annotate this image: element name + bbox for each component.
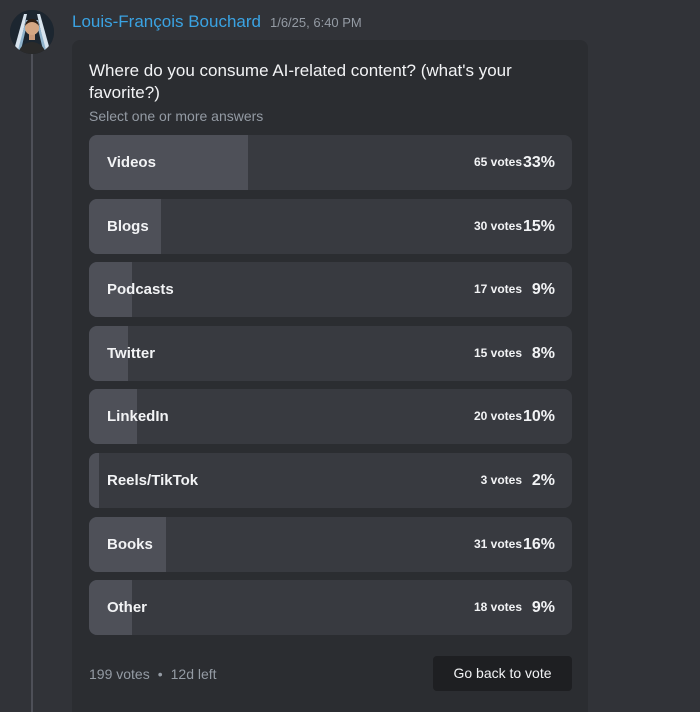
go-back-to-vote-button[interactable]: Go back to vote <box>433 656 572 691</box>
option-percent: 33% <box>522 154 555 171</box>
option-label: Twitter <box>107 344 156 362</box>
poll-option[interactable]: Twitter 15 votes 8% <box>89 325 572 381</box>
thread-line <box>31 52 33 712</box>
option-label: LinkedIn <box>107 408 169 426</box>
poll-question: Where do you consume AI-related content?… <box>89 61 512 102</box>
poll-option[interactable]: Podcasts 17 votes 9% <box>89 262 572 318</box>
poll-option[interactable]: Other 18 votes 9% <box>89 580 572 636</box>
username[interactable]: Louis-François Bouchard <box>72 12 261 32</box>
option-percent: 8% <box>531 344 555 362</box>
time-left: 12d left <box>170 666 217 682</box>
message-timestamp: 1/6/25, 6:40 PM <box>269 15 362 30</box>
option-vote-count: 18 votes <box>473 600 522 615</box>
option-vote-count: 65 votes <box>473 155 522 169</box>
option-percent: 16% <box>522 535 555 553</box>
option-label: Podcasts <box>107 281 174 299</box>
option-label: Blogs <box>107 217 149 235</box>
option-vote-count: 17 votes <box>473 282 522 297</box>
poll-card: Where do you consume AI-related content?… <box>72 40 588 712</box>
poll-option[interactable]: Books 31 votes 16% <box>89 516 572 572</box>
option-percent: 15% <box>522 217 555 235</box>
option-result-bar <box>89 452 99 508</box>
option-label: Other <box>107 599 148 617</box>
option-percent: 9% <box>531 281 555 299</box>
user-avatar-icon <box>10 10 54 54</box>
poll-option[interactable]: Blogs 30 votes 15% <box>89 198 572 254</box>
option-label: Videos <box>107 154 156 171</box>
option-vote-count: 31 votes <box>473 536 522 551</box>
footer-separator: • <box>157 666 163 682</box>
poll-option[interactable]: LinkedIn 20 votes 10% <box>89 389 572 445</box>
option-label: Books <box>107 535 153 553</box>
option-percent: 9% <box>531 599 555 617</box>
poll-options: Videos 65 votes 33% Blogs 30 votes 15% P… <box>89 135 572 644</box>
option-label: Reels/TikTok <box>107 471 199 489</box>
option-vote-count: 15 votes <box>473 345 522 360</box>
option-vote-count: 3 votes <box>480 472 522 487</box>
poll-subtitle: Select one or more answers <box>89 108 264 124</box>
message-header: Louis-François Bouchard 1/6/25, 6:40 PM <box>72 12 362 32</box>
option-percent: 10% <box>522 408 555 426</box>
option-vote-count: 20 votes <box>473 409 522 424</box>
poll-footer: 199 votes • 12d left <box>89 666 217 682</box>
poll-option[interactable]: Reels/TikTok 3 votes 2% <box>89 452 572 508</box>
total-votes: 199 votes <box>89 666 150 682</box>
avatar[interactable] <box>10 10 54 54</box>
poll-option[interactable]: Videos 65 votes 33% <box>89 135 572 190</box>
option-percent: 2% <box>531 471 555 489</box>
option-vote-count: 30 votes <box>473 218 522 233</box>
